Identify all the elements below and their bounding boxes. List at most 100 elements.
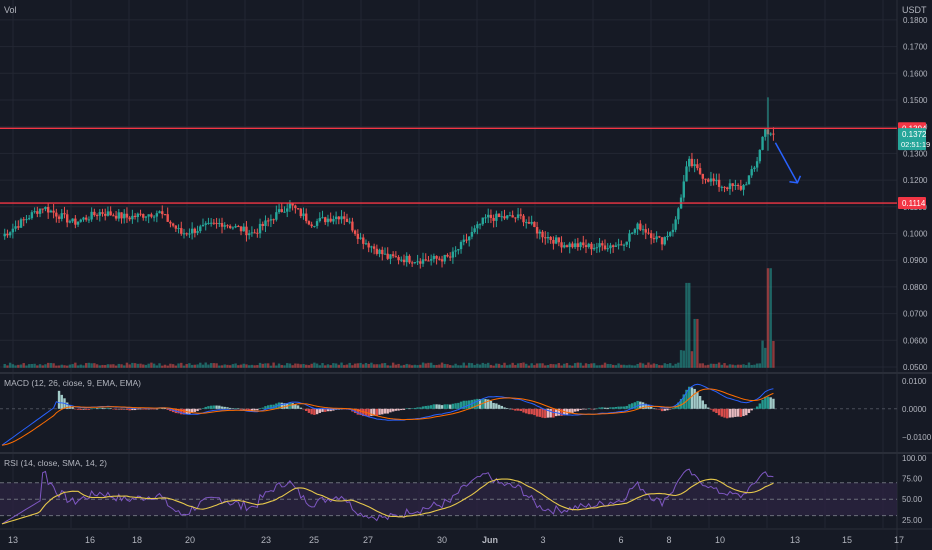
macd-histogram-bar: [625, 405, 628, 409]
macd-histogram-bar: [378, 408, 381, 415]
volume-bar: [435, 364, 438, 368]
volume-bar: [256, 365, 259, 368]
candle-body: [674, 219, 677, 230]
candle-body: [334, 216, 338, 219]
macd-histogram-bar: [525, 408, 528, 414]
candle-body: [614, 245, 618, 247]
grid-lines: [0, 0, 897, 528]
macd-histogram-bar: [223, 406, 226, 409]
volume-bar: [280, 364, 283, 368]
volume-bar: [207, 364, 210, 368]
macd-histogram-bar: [120, 408, 123, 410]
candle-body: [734, 184, 737, 187]
candle-body: [421, 259, 425, 264]
candle-body: [321, 217, 324, 219]
volume-bar: [473, 364, 476, 368]
candle-body: [381, 249, 384, 255]
volume-bar: [128, 364, 131, 368]
volume-bar: [231, 364, 235, 368]
candle-body: [690, 158, 694, 167]
volume-bar: [717, 362, 721, 368]
volume-bar: [52, 363, 55, 368]
macd-histogram-bar: [237, 408, 240, 409]
volume-bar: [193, 364, 197, 368]
volume-bar: [142, 364, 145, 368]
macd-histogram-bar: [492, 402, 495, 409]
price-tick-label: 0.0500: [903, 363, 928, 372]
volume-bar: [682, 350, 685, 368]
volume-bar: [90, 363, 93, 368]
candle-body: [560, 242, 563, 248]
macd-histogram-bar: [150, 408, 153, 410]
candle-body: [527, 222, 531, 224]
candle-body: [120, 212, 123, 219]
candle-body: [467, 236, 471, 241]
macd-histogram-bar: [465, 400, 468, 409]
macd-histogram-bar: [258, 408, 262, 410]
candle-body: [63, 213, 66, 215]
volume-bar: [424, 363, 427, 368]
time-axis[interactable]: 13 16 18 20 23 25 27 30 Jun 3 6 8 10 13 15 17: [8, 535, 904, 545]
candle-body: [655, 236, 658, 240]
candle-body: [104, 213, 107, 216]
candle-body: [383, 253, 387, 255]
time-tick-label: 27: [363, 535, 373, 545]
candle-body: [364, 243, 368, 245]
macd-histogram-bar: [522, 408, 525, 413]
macd-histogram-bar: [400, 408, 403, 411]
candle-body: [671, 229, 675, 233]
macd-histogram-bar: [196, 408, 199, 412]
candle-body: [351, 221, 354, 231]
volume-bar: [549, 363, 552, 368]
macd-histogram-bar: [204, 406, 207, 409]
volume-bar: [87, 362, 91, 368]
candle-body: [128, 217, 131, 220]
candle-body: [576, 243, 580, 248]
macd-histogram-bar: [313, 408, 316, 415]
volume-bar: [552, 364, 555, 368]
macd-line: [1, 383, 774, 446]
macd-histogram-bar: [389, 408, 392, 413]
macd-title[interactable]: MACD (12, 26, close, 9, EMA, EMA): [4, 378, 141, 388]
macd-histogram-bar: [109, 408, 112, 409]
candle-body: [557, 237, 561, 243]
price-axis[interactable]: 0.0500 0.0600 0.0700 0.0800 0.0900 0.1000 0.11…: [898, 0, 932, 525]
volume-bar: [432, 364, 436, 368]
candle-body: [579, 242, 582, 248]
macd-histogram-bar: [321, 408, 324, 412]
candle-body: [158, 211, 161, 214]
macd-histogram-bar: [381, 408, 384, 415]
candle-body: [19, 219, 23, 228]
volume-bar: [25, 365, 28, 368]
chart[interactable]: 0.0500 0.0600 0.0700 0.0800 0.0900 0.1000 0.11…: [0, 0, 932, 550]
macd-histogram-bar: [552, 408, 555, 418]
volume-bar: [364, 362, 368, 368]
macd-histogram-bar: [495, 403, 498, 409]
volume-bar: [565, 363, 569, 368]
volume-bar: [603, 362, 607, 368]
candle-body: [201, 224, 205, 227]
candle-body: [410, 262, 414, 264]
macd-histogram-bar: [451, 403, 455, 409]
macd-histogram-bar: [611, 407, 615, 409]
candle-body: [131, 215, 134, 220]
candle-body: [14, 226, 17, 229]
candle-body: [440, 259, 444, 262]
volume-bar: [109, 364, 112, 368]
macd-histogram-bar: [250, 408, 254, 411]
candle-body: [633, 229, 637, 233]
volume-bar: [535, 363, 539, 368]
candle-body: [378, 249, 381, 254]
volume-bar: [487, 362, 490, 368]
macd-histogram-bar: [375, 408, 379, 416]
rsi-tick-label: 75.00: [902, 475, 923, 484]
volume-bar: [60, 364, 63, 368]
candle-body: [750, 169, 753, 176]
macd-histogram-bar: [440, 405, 444, 409]
candle-body: [698, 168, 702, 174]
time-tick-label: 15: [842, 535, 852, 545]
projection-line: [774, 142, 799, 184]
macd-histogram-bar: [87, 408, 91, 410]
rsi-title[interactable]: RSI (14, close, SMA, 14, 2): [4, 458, 107, 468]
macd-histogram-bar: [535, 408, 539, 417]
